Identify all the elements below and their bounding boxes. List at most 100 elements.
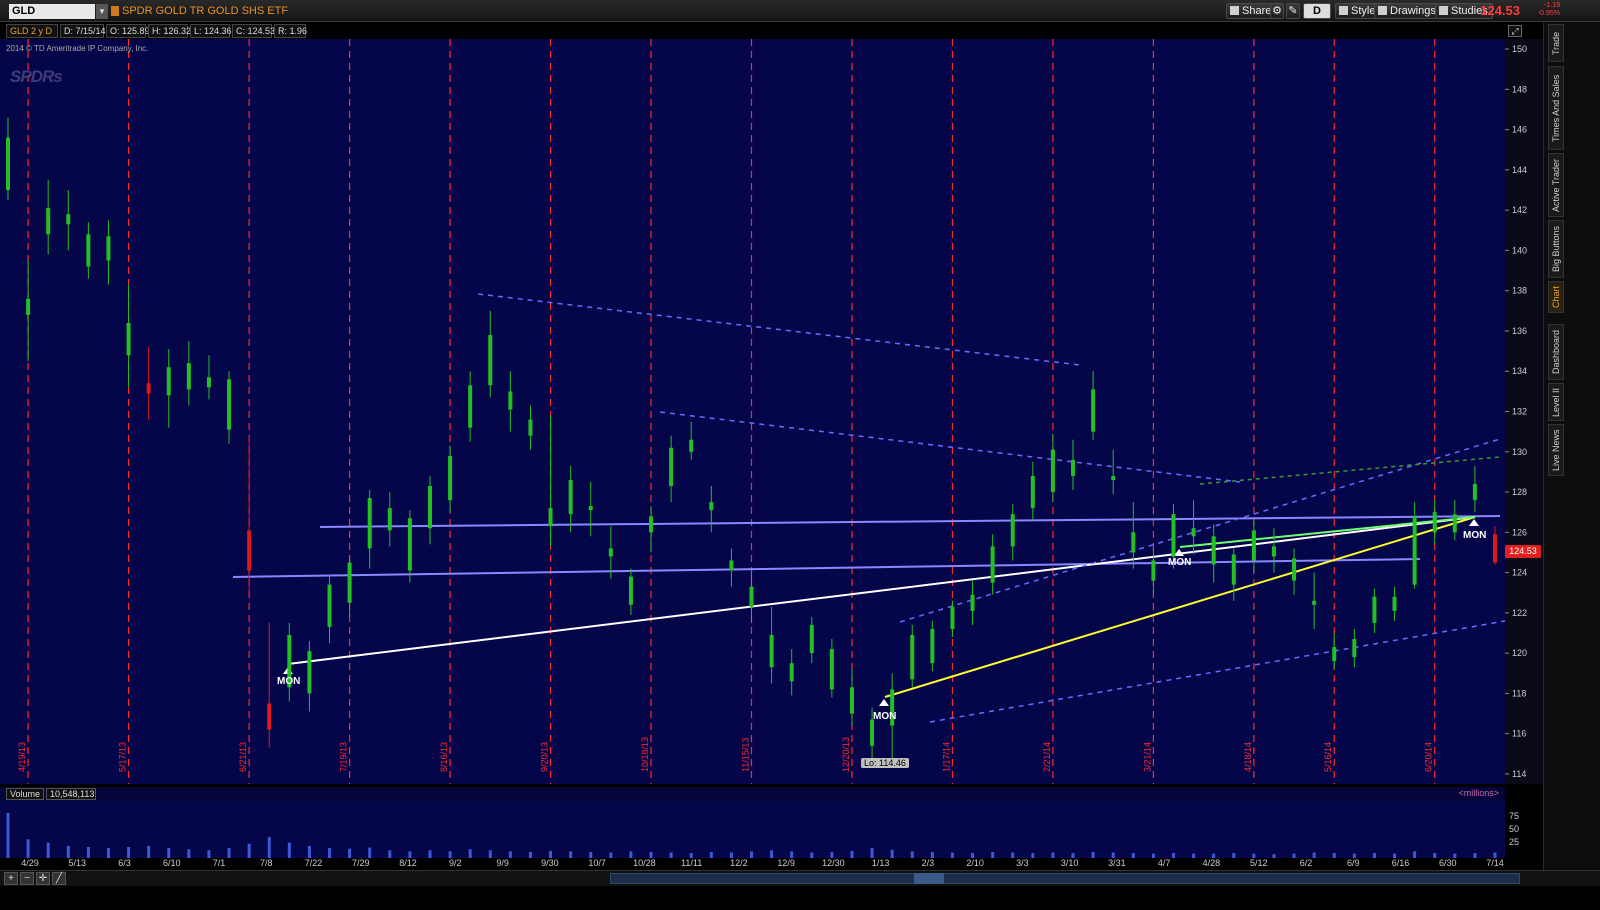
volume-bar	[328, 848, 332, 858]
candle-body	[1452, 514, 1457, 533]
share-icon	[1230, 6, 1239, 15]
sidebar-tab-dashboard[interactable]: Dashboard	[1548, 324, 1564, 380]
sidebar-tab-big-buttons[interactable]: Big Buttons	[1548, 220, 1564, 278]
volume-chart[interactable]	[0, 801, 1505, 858]
candle-body	[1392, 596, 1397, 611]
candle-body	[1412, 516, 1417, 585]
volume-bar	[468, 849, 472, 858]
date-tick-label: 7/8	[260, 858, 273, 868]
copyright-text: 2014 © TD Ameritrade IP Company, Inc.	[6, 44, 149, 53]
period-separator-label: 9/20/13	[540, 742, 550, 772]
candle-body	[628, 576, 633, 605]
period-separator-label: 12/20/13	[841, 737, 851, 772]
scrollbar-thumb[interactable]	[914, 873, 944, 884]
volume-bar	[408, 851, 412, 858]
date-tick-label: 6/3	[118, 858, 131, 868]
zoom-out-icon[interactable]: −	[20, 872, 34, 885]
candle-body	[548, 508, 553, 527]
candle-body	[488, 334, 493, 386]
price-tick-label: 136	[1512, 326, 1527, 336]
volume-value: 10,548,113	[46, 788, 96, 800]
price-tick-label: 126	[1512, 527, 1527, 537]
candle-body	[910, 635, 915, 680]
change-abs: -1.19	[1544, 2, 1560, 9]
volume-bar	[307, 845, 311, 858]
mon-label-1: MON	[277, 676, 301, 687]
low-price-label: Lo: 114.46	[861, 758, 909, 768]
volume-bar	[267, 837, 271, 858]
date-tick-label: 12/2	[730, 858, 748, 868]
candle-body	[1332, 647, 1337, 662]
candle-body	[1171, 514, 1176, 557]
candle-body	[1372, 596, 1377, 623]
volume-bar	[750, 851, 753, 858]
sidebar-tab-active-trader[interactable]: Active Trader	[1548, 153, 1564, 217]
sidebar-tab-trade[interactable]: Trade	[1548, 24, 1564, 62]
candle-body	[608, 548, 613, 557]
time-scrollbar[interactable]	[610, 873, 1520, 884]
symbol-dropdown-button[interactable]: ▼	[96, 4, 108, 19]
sidebar-tab-times-and-sales[interactable]: Times And Sales	[1548, 66, 1564, 150]
period-separator-label: 5/16/14	[1323, 742, 1333, 772]
mon-label-2: MON	[873, 711, 897, 722]
link-icon-button[interactable]: ⚙	[1270, 3, 1284, 19]
volume-bar	[388, 850, 392, 858]
date-tick-label: 3/3	[1016, 858, 1029, 868]
candle-body	[327, 584, 332, 627]
date-tick-label: 7/14	[1486, 858, 1504, 868]
candle-body	[809, 624, 814, 654]
sidebar-tab-chart[interactable]: Chart	[1548, 281, 1564, 313]
symbol-info-icon[interactable]	[111, 6, 119, 16]
candle-body	[930, 628, 935, 664]
share-button[interactable]: Share	[1226, 3, 1277, 19]
ohlc-open: O: 125.89	[106, 24, 150, 38]
crosshair-icon[interactable]: ✛	[36, 872, 50, 885]
sidebar-tab-live-news[interactable]: Live News	[1548, 424, 1564, 476]
volume-bar	[247, 843, 251, 858]
date-tick-label: 7/22	[304, 858, 323, 868]
period-separator-label: 6/21/13	[238, 742, 248, 772]
volume-bar	[46, 842, 50, 858]
ohlc-range: R: 1.96	[274, 24, 307, 38]
period-separator-label: 11/15/13	[741, 738, 751, 772]
volume-bar	[207, 850, 211, 858]
period-separator-label: 2/21/14	[1042, 742, 1052, 772]
drawing-tool-icon[interactable]: ╱	[52, 872, 66, 885]
date-tick-label: 10/28	[633, 858, 656, 868]
candle-body	[166, 367, 171, 396]
last-price: 124.53	[1480, 3, 1520, 18]
style-label: Style	[1351, 5, 1376, 17]
candle-body	[849, 687, 854, 714]
candle-body	[689, 439, 694, 452]
sidebar-tab-level-ii[interactable]: Level II	[1548, 383, 1564, 421]
price-tick-label: 134	[1512, 366, 1527, 376]
volume-bar	[569, 851, 573, 858]
candle-body	[669, 447, 674, 486]
volume-bar	[790, 851, 794, 858]
studies-icon	[1439, 6, 1448, 15]
period-separator-label: 4/19/13	[17, 742, 27, 772]
candle-body	[66, 214, 71, 225]
candle-body	[950, 606, 955, 629]
candle-body	[1211, 536, 1216, 565]
price-chart[interactable]: 4/19/13 5/17/13 6/21/13 7/19/13 8/16/13 9/20/…	[0, 39, 1505, 784]
date-tick-label: 4/29	[21, 858, 39, 868]
candle-body	[990, 546, 995, 583]
drawings-label: Drawings	[1390, 5, 1436, 17]
date-tick-label: 4/28	[1202, 858, 1221, 868]
price-tick-label: 122	[1512, 608, 1527, 618]
chart-period[interactable]: GLD 2 y D	[6, 24, 58, 38]
zoom-in-icon[interactable]: +	[4, 872, 18, 885]
expand-icon[interactable]: ⤢	[1508, 25, 1522, 37]
aggregation-button[interactable]: D	[1303, 3, 1331, 19]
price-tick-label: 116	[1512, 729, 1526, 739]
tools-icon-button[interactable]: ✎	[1286, 3, 1300, 19]
date-tick-label: 9/9	[496, 858, 509, 868]
symbol-input[interactable]: GLD	[9, 4, 95, 19]
volume-bar	[549, 850, 553, 858]
drawings-button[interactable]: Drawings	[1374, 3, 1441, 19]
ohlc-header: GLD 2 y D D: 7/15/14 O: 125.89 H: 126.32…	[0, 23, 1505, 39]
period-separator-label: 5/17/13	[118, 742, 128, 772]
candle-body	[1493, 534, 1497, 563]
period-separator-label: 1/17/14	[941, 742, 951, 772]
